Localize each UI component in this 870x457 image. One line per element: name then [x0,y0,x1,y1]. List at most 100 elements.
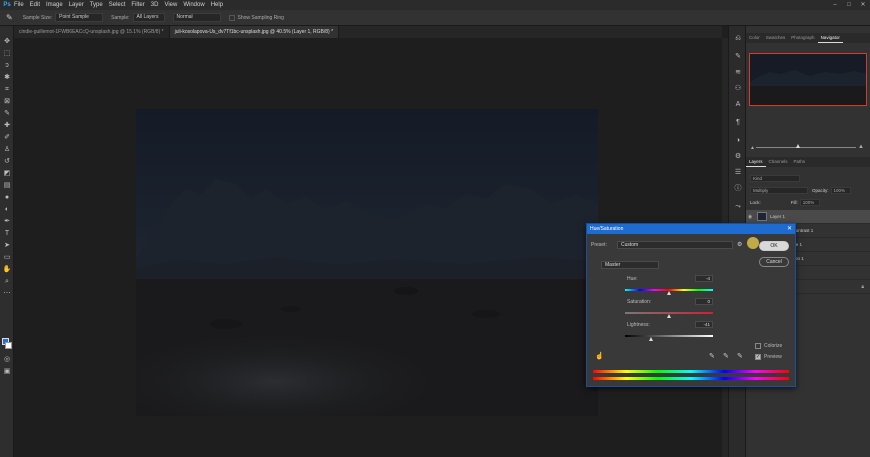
maximize-icon[interactable]: □ [842,0,856,10]
background-color-swatch[interactable] [5,342,12,349]
document-image[interactable] [136,109,598,416]
brush-tool-icon[interactable]: ✐ [2,134,12,142]
zoom-tool-icon[interactable]: ⌕ [2,278,12,286]
paths-icon[interactable]: ⤳ [733,202,743,211]
path-select-icon[interactable]: ➤ [2,242,12,250]
show-ring-checkbox[interactable] [228,14,235,21]
preset-select[interactable]: Custom [617,241,733,249]
tab-layers[interactable]: Layers [746,157,766,167]
character-icon[interactable]: A [733,100,743,109]
paragraph-icon[interactable]: ¶ [733,118,743,127]
clone-stamp-icon[interactable]: ♙ [2,146,12,154]
menu-view[interactable]: View [164,2,177,8]
add-to-sample-eyedropper-icon[interactable]: ✎ [723,352,729,360]
menu-window[interactable]: Window [183,2,204,8]
zoom-slider-thumb[interactable] [796,144,800,148]
eraser-tool-icon[interactable]: ◩ [2,170,12,178]
layer-row[interactable]: ◉ Layer 1 [746,210,870,224]
healing-brush-icon[interactable]: ✚ [2,122,12,130]
menu-edit[interactable]: Edit [30,2,40,8]
lightness-slider-track[interactable] [625,335,713,337]
navigator-preview[interactable] [749,53,867,106]
history-icon[interactable]: ⎌ [733,34,743,43]
targeted-adjustment-hand-icon[interactable]: ☝ [595,352,604,360]
sample-select[interactable]: All Layers [132,13,165,22]
menu-3d[interactable]: 3D [151,2,159,8]
sample-mode-select[interactable]: Normal [172,13,221,22]
zoom-out-icon[interactable]: ▲ [750,145,755,151]
close-icon[interactable]: ✕ [856,0,870,10]
minimize-icon[interactable]: – [828,0,842,10]
document-tab-active[interactable]: juli-kosolapova-Us_dv7Tf1bc-unsplash.jpg… [169,26,340,38]
quick-mask-icon[interactable]: ◎ [2,356,12,364]
tab-paths[interactable]: Paths [791,157,809,167]
colorize-checkbox[interactable] [755,343,761,349]
quick-select-tool-icon[interactable]: ✱ [2,74,12,82]
history-brush-icon[interactable]: ↺ [2,158,12,166]
visibility-eye-icon[interactable]: ◉ [746,214,754,220]
lightness-input[interactable]: -41 [695,321,713,328]
sample-size-select[interactable]: Point Sample [55,13,104,22]
pen-tool-icon[interactable]: ✒ [2,218,12,226]
info-icon[interactable]: ⓘ [733,184,743,193]
crop-tool-icon[interactable]: ⌗ [2,86,12,94]
lightness-slider-thumb[interactable] [649,337,653,341]
screen-mode-icon[interactable]: ▣ [2,368,12,376]
brush-settings-icon[interactable]: ✎ [733,52,743,61]
channel-select[interactable]: Master [601,261,659,269]
type-tool-icon[interactable]: T [2,230,12,238]
adjustments-icon[interactable]: ◑ [733,136,743,145]
properties-icon[interactable]: ⚙ [733,152,743,161]
libraries-icon[interactable]: ☰ [733,168,743,177]
photoshop-logo-icon[interactable]: Ps [2,1,12,9]
colorize-label: Colorize [764,343,783,349]
eyedropper-tool-icon[interactable]: ✎ [6,13,13,22]
menu-layer[interactable]: Layer [69,2,84,8]
preview-label: Preview [764,354,782,360]
menu-file[interactable]: File [14,2,24,8]
tab-photograph[interactable]: Photograph [788,33,817,43]
menu-type[interactable]: Type [90,2,103,8]
layer-kind-filter[interactable]: Kind [750,174,800,182]
menu-image[interactable]: Image [46,2,63,8]
saturation-slider-thumb[interactable] [667,314,671,318]
eyedropper-icon[interactable]: ✎ [2,110,12,118]
menu-select[interactable]: Select [109,2,126,8]
brushes-icon[interactable]: ≋ [733,68,743,77]
clone-source-icon[interactable]: ⚇ [733,84,743,93]
opacity-input[interactable]: 100% [830,186,851,194]
navigator-zoom-slider[interactable] [756,147,856,148]
subtract-from-sample-eyedropper-icon[interactable]: ✎ [737,352,743,360]
cancel-button[interactable]: Cancel [759,257,789,267]
tab-navigator[interactable]: Navigator [817,33,843,43]
preset-options-gear-icon[interactable]: ⚙ [737,241,742,248]
blur-tool-icon[interactable]: ● [2,194,12,202]
document-tab[interactable]: cindie-guillemot-1FWB6EACcQ-unsplash.jpg… [14,26,170,38]
close-icon[interactable]: ✕ [787,224,792,234]
eyedropper-icon[interactable]: ✎ [709,352,715,360]
frame-tool-icon[interactable]: ⊠ [2,98,12,106]
blend-mode-select[interactable]: Multiply [750,186,808,194]
saturation-input[interactable]: 0 [695,298,713,305]
gradient-tool-icon[interactable]: ▤ [2,182,12,190]
rectangle-tool-icon[interactable]: ▭ [2,254,12,262]
tab-color[interactable]: Color [746,33,763,43]
hue-slider-thumb[interactable] [667,291,671,295]
lasso-tool-icon[interactable]: ↄ [2,62,12,70]
ok-button[interactable]: OK [759,241,789,251]
hue-input[interactable]: -4 [695,275,713,282]
tab-swatches[interactable]: Swatches [763,33,789,43]
menu-bar: Ps File Edit Image Layer Type Select Fil… [0,0,870,10]
lock-label: Lock: [750,199,761,205]
more-tools-icon[interactable]: ⋯ [2,290,12,298]
fill-input[interactable]: 100% [799,198,820,206]
dodge-tool-icon[interactable]: ◐ [2,206,12,214]
move-tool-icon[interactable]: ✥ [2,38,12,46]
hand-tool-icon[interactable]: ✋ [2,266,12,274]
menu-filter[interactable]: Filter [131,2,144,8]
tab-channels[interactable]: Channels [766,157,791,167]
zoom-in-icon[interactable]: ▲ [858,144,864,150]
marquee-tool-icon[interactable]: ⬚ [2,50,12,58]
preview-checkbox[interactable]: ✓ [755,354,761,360]
menu-help[interactable]: Help [211,2,223,8]
